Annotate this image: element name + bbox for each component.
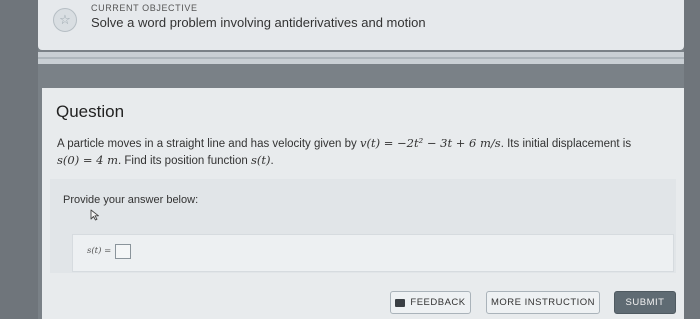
- question-line2-tail: . Find its position function: [118, 155, 251, 167]
- question-heading: Question: [56, 102, 125, 121]
- question-card: Question A particle moves in a straight …: [42, 88, 684, 319]
- star-icon: ☆: [53, 8, 77, 32]
- question-line1-tail: . Its initial displacement is: [500, 138, 632, 150]
- answer-input-area: s(t) =: [72, 234, 674, 272]
- feedback-label: FEEDBACK: [410, 297, 466, 308]
- section-divider-line: [38, 57, 684, 59]
- submit-label: SUBMIT: [625, 297, 665, 308]
- question-text: A particle moves in a straight line and …: [57, 135, 669, 169]
- more-instruction-label: MORE INSTRUCTION: [490, 297, 596, 308]
- answer-prompt: Provide your answer below:: [63, 194, 199, 206]
- objective-kicker: CURRENT OBJECTIVE: [91, 3, 198, 13]
- left-sidebar-strip: [0, 0, 38, 319]
- velocity-expression: = −2t² − 3t + 6 m/s: [380, 136, 501, 150]
- objective-title: Solve a word problem involving antideriv…: [91, 15, 426, 30]
- velocity-function: v(t): [360, 136, 381, 150]
- answer-label: s(t) =: [87, 246, 112, 256]
- answer-input[interactable]: [115, 244, 131, 259]
- initial-displacement: s(0) = 4 m: [57, 153, 119, 167]
- submit-button[interactable]: SUBMIT: [614, 291, 676, 314]
- position-function: s(t): [250, 153, 271, 167]
- right-sidebar-strip: [684, 0, 700, 319]
- more-instruction-button[interactable]: MORE INSTRUCTION: [486, 291, 600, 314]
- message-icon: [395, 298, 406, 307]
- question-period: .: [270, 155, 274, 167]
- current-objective-panel: ☆ CURRENT OBJECTIVE Solve a word problem…: [38, 0, 684, 50]
- cursor-icon: [90, 209, 99, 221]
- question-intro: A particle moves in a straight line and …: [57, 138, 360, 150]
- feedback-button[interactable]: FEEDBACK: [390, 291, 471, 314]
